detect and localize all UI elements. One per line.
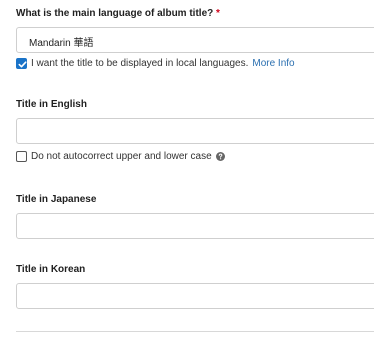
required-marker: * <box>216 8 220 19</box>
title-korean-input[interactable] <box>16 283 374 309</box>
checkmark-icon <box>18 60 27 67</box>
main-language-select[interactable]: Mandarin 華語 <box>16 27 374 53</box>
question-circle-icon[interactable] <box>215 151 225 161</box>
more-info-link[interactable]: More Info <box>252 58 294 69</box>
display-local-row: I want the title to be displayed in loca… <box>16 56 295 70</box>
album-title-form: What is the main language of album title… <box>0 0 374 341</box>
title-english-input[interactable] <box>16 118 374 144</box>
display-local-label: I want the title to be displayed in loca… <box>31 57 249 69</box>
autocorrect-label: Do not autocorrect upper and lower case <box>31 150 212 162</box>
section-divider <box>16 331 374 332</box>
autocorrect-checkbox[interactable] <box>16 150 27 162</box>
main-language-label-text: What is the main language of album title… <box>16 8 214 19</box>
title-korean-label: Title in Korean <box>16 264 86 275</box>
title-japanese-label: Title in Japanese <box>16 194 97 205</box>
main-language-selected-value: Mandarin 華語 <box>29 38 94 49</box>
main-language-label: What is the main language of album title… <box>16 8 220 19</box>
display-local-checkbox[interactable] <box>16 57 27 69</box>
title-japanese-input[interactable] <box>16 213 374 239</box>
title-english-label: Title in English <box>16 99 87 110</box>
autocorrect-row: Do not autocorrect upper and lower case <box>16 149 225 163</box>
